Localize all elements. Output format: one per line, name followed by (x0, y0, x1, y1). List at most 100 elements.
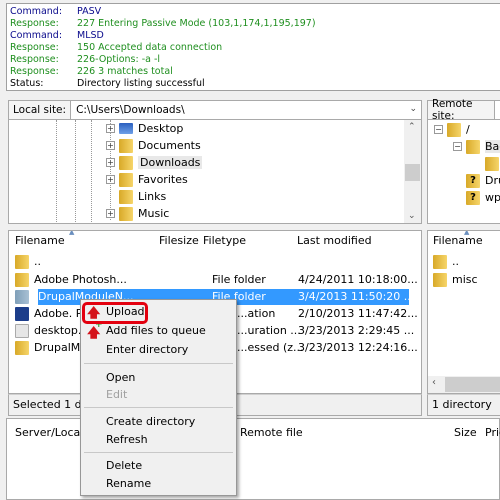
log-text: PASV (77, 6, 102, 17)
log-text: 226 3 matches total (77, 66, 173, 77)
menu-separator (84, 407, 233, 408)
remote-tree-item[interactable]: ? wp... (466, 189, 500, 206)
column-filesize[interactable]: Filesize (159, 231, 199, 251)
file-row[interactable]: misc (433, 272, 478, 288)
settings-file-icon (15, 324, 29, 338)
log-kind: Status: (10, 78, 44, 89)
menu-item-create-directory[interactable]: Create directory (106, 413, 195, 431)
links-folder-icon (119, 189, 133, 204)
folder-icon (433, 273, 447, 287)
folder-icon (15, 290, 29, 304)
menu-separator (84, 452, 233, 453)
tree-label: Downloads (138, 156, 203, 169)
expand-icon[interactable]: + (106, 141, 115, 150)
remote-tree-item[interactable] (485, 155, 500, 172)
log-row: Response: 226 3 matches total (10, 66, 500, 78)
log-text: 150 Accepted data connection (77, 42, 223, 53)
local-site-path-input[interactable]: C:\Users\Downloads\ ⌄ (71, 101, 421, 119)
tree-item-favorites[interactable]: + Favorites (106, 171, 188, 188)
menu-item-open[interactable]: Open (106, 369, 135, 387)
scroll-left-icon[interactable]: ‹ (432, 377, 436, 388)
unknown-icon: ? (466, 173, 480, 188)
remote-tree-root[interactable]: − / (434, 121, 470, 138)
local-directory-tree: + Desktop + Documents + Downloads + Favorite… (8, 120, 422, 224)
log-row: Response: 227 Entering Passive Mode (103,… (10, 18, 500, 30)
log-row: Command: PASV (10, 6, 500, 18)
log-kind: Command: (10, 6, 63, 17)
menu-item-enter-directory[interactable]: Enter directory (106, 341, 188, 359)
favorites-folder-icon (119, 172, 133, 187)
menu-item-edit: Edit (106, 388, 128, 401)
local-site-label: Local site: (9, 101, 72, 119)
unknown-icon: ? (466, 190, 480, 205)
expand-icon[interactable]: + (106, 124, 115, 133)
log-kind: Response: (10, 54, 59, 65)
scroll-up-icon[interactable]: ⌃ (408, 122, 416, 132)
column-filetype[interactable]: Filetype (203, 231, 246, 251)
remote-tree-item[interactable]: − Bac... (453, 138, 500, 155)
column-remote-file[interactable]: Remote file (240, 423, 303, 443)
remote-site-path-input[interactable] (495, 101, 500, 119)
expand-icon[interactable]: + (106, 209, 115, 218)
file-name: misc (452, 273, 478, 286)
chevron-down-icon[interactable]: ⌄ (409, 104, 417, 114)
column-filename[interactable]: Filename (15, 231, 65, 251)
collapse-icon[interactable]: − (434, 125, 443, 134)
menu-item-refresh[interactable]: Refresh (106, 431, 148, 449)
file-type: ...uration ... (237, 324, 301, 337)
tree-item-documents[interactable]: + Documents (106, 137, 201, 154)
menu-item-add-files-to-queue[interactable]: Add files to queue (106, 322, 206, 340)
folder-icon (119, 138, 133, 153)
tree-item-links[interactable]: Links (119, 188, 166, 205)
menu-item-delete[interactable]: Delete (106, 457, 142, 475)
folder-icon (15, 273, 29, 287)
log-row: Command: MLSD (10, 30, 500, 42)
file-row[interactable]: .. (433, 254, 459, 270)
column-priority[interactable]: Pric... (485, 423, 500, 443)
context-menu: 🡅 Upload 🡅 + Add files to queue Enter dir… (80, 299, 237, 496)
expand-icon[interactable]: + (106, 158, 115, 167)
tree-label: Favorites (138, 173, 188, 186)
zip-folder-icon (15, 341, 29, 355)
folder-icon (485, 156, 499, 171)
tree-label: Dru... (485, 174, 500, 187)
remote-hscrollbar[interactable]: ‹ (428, 376, 500, 393)
tree-label: / (466, 123, 470, 136)
column-last-modified[interactable]: Last modified (297, 231, 372, 251)
file-name: Adobe Photosh... (34, 273, 127, 286)
log-kind: Response: (10, 42, 59, 53)
collapse-icon[interactable]: − (453, 142, 462, 151)
scroll-down-icon[interactable]: ⌄ (408, 211, 416, 221)
music-folder-icon (119, 206, 133, 221)
local-tree-scrollbar[interactable]: ⌃ ⌄ (404, 120, 421, 223)
log-text: 226-Options: -a -l (77, 54, 161, 65)
scrollbar-thumb[interactable] (445, 377, 500, 392)
tree-item-downloads[interactable]: + Downloads (106, 154, 203, 171)
column-size[interactable]: Size (454, 423, 477, 443)
sort-ascending-icon: ▲ (464, 230, 470, 236)
remote-tree-item[interactable]: ? Dru... (466, 172, 500, 189)
tree-label: Bac... (485, 140, 500, 153)
file-modified: 3/23/2013 12:24:16... (298, 341, 418, 354)
menu-item-rename[interactable]: Rename (106, 475, 151, 493)
highlight-box (82, 302, 148, 324)
expand-icon[interactable]: + (106, 175, 115, 184)
folder-icon (466, 139, 480, 154)
remote-site-bar: Remote site: (427, 98, 500, 122)
file-type: File folder (212, 273, 266, 286)
photoshop-file-icon (15, 307, 29, 321)
tree-label: Documents (138, 139, 201, 152)
tree-item-music[interactable]: + Music (106, 205, 169, 222)
file-modified: 3/4/2013 11:50:20 ... (298, 290, 415, 303)
remote-status-bar: 1 directory (427, 394, 500, 416)
column-filename[interactable]: Filename (433, 231, 483, 251)
file-row[interactable]: Adobe Photosh... File folder 4/24/2011 10:… (15, 272, 418, 288)
log-text: Directory listing successful (77, 78, 205, 89)
scrollbar-thumb[interactable] (405, 164, 420, 181)
file-type: ...ation (237, 307, 276, 320)
downloads-folder-icon (119, 155, 133, 170)
tree-item-desktop[interactable]: + Desktop (106, 120, 183, 137)
log-row: Response: 150 Accepted data connection (10, 42, 500, 54)
file-row[interactable]: .. (15, 254, 415, 270)
file-modified: 2/10/2013 11:47:42... (298, 307, 418, 320)
